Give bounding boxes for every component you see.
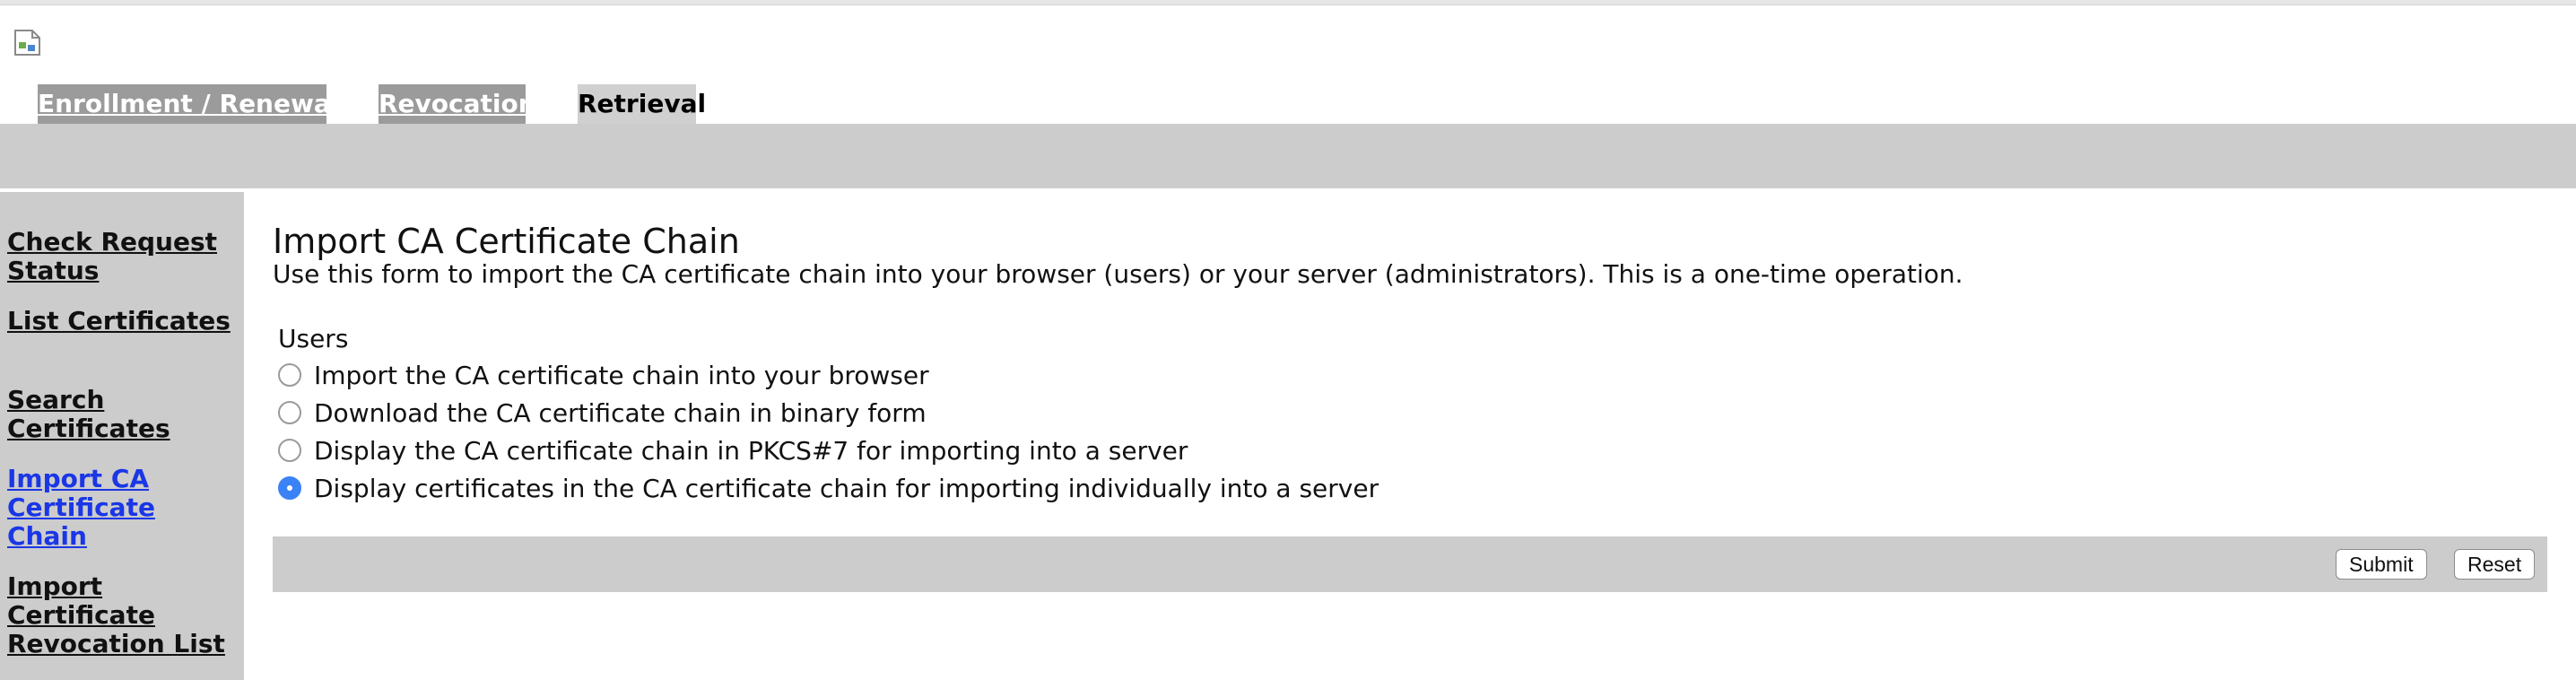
form-action-bar: Submit Reset — [273, 536, 2547, 592]
tab-enrollment-renewal[interactable]: Enrollment / Renewal — [38, 84, 339, 124]
sidebar-item-list-certificates[interactable]: List Certificates — [7, 307, 231, 336]
radio-button[interactable] — [278, 363, 301, 387]
radio-button-selected[interactable] — [278, 476, 301, 500]
reset-button[interactable]: Reset — [2454, 549, 2536, 580]
option-display-individually[interactable]: Display certificates in the CA certifica… — [278, 472, 1379, 504]
header-band — [0, 124, 2576, 188]
broken-image-icon — [14, 30, 40, 56]
option-label: Import the CA certificate chain into you… — [314, 360, 929, 390]
sidebar-item-import-certificate-revocation-list[interactable]: Import Certificate Revocation List — [7, 572, 231, 658]
tab-revocation[interactable]: Revocation — [379, 84, 536, 124]
users-group-label: Users — [278, 324, 349, 353]
sidebar: Check Request Status List Certificates S… — [0, 192, 244, 680]
option-label: Display certificates in the CA certifica… — [314, 473, 1379, 503]
option-display-pkcs7[interactable]: Display the CA certificate chain in PKCS… — [278, 434, 1188, 466]
option-label: Display the CA certificate chain in PKCS… — [314, 435, 1188, 466]
radio-button[interactable] — [278, 439, 301, 462]
option-download-binary[interactable]: Download the CA certificate chain in bin… — [278, 397, 927, 429]
page-description: Use this form to import the CA certifica… — [273, 259, 1963, 289]
tab-retrieval[interactable]: Retrieval — [578, 84, 706, 124]
sidebar-item-search-certificates[interactable]: Search Certificates — [7, 386, 231, 443]
top-border — [0, 0, 2576, 5]
option-import-into-browser[interactable]: Import the CA certificate chain into you… — [278, 359, 929, 391]
submit-button[interactable]: Submit — [2336, 549, 2427, 580]
radio-button[interactable] — [278, 401, 301, 424]
page-title: Import CA Certificate Chain — [273, 222, 740, 261]
sidebar-item-check-request-status[interactable]: Check Request Status — [7, 228, 231, 285]
sidebar-item-import-ca-certificate-chain[interactable]: Import CA Certificate Chain — [7, 465, 231, 551]
option-label: Download the CA certificate chain in bin… — [314, 397, 927, 428]
